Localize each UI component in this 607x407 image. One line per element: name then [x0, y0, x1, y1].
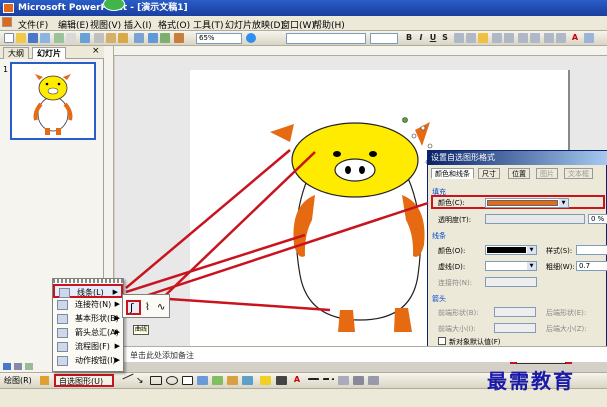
submenu-arrow-icon: ▶: [114, 356, 120, 364]
dash-style-icon[interactable]: [323, 378, 334, 383]
line-color-icon[interactable]: [276, 376, 287, 385]
sorter-view-icon[interactable]: [14, 363, 22, 370]
line-style-icon[interactable]: [308, 378, 319, 383]
wordart-icon[interactable]: [197, 376, 208, 385]
normal-view-icon[interactable]: [3, 363, 11, 370]
notes-placeholder: 单击此处添加备注: [130, 351, 194, 360]
picture-icon[interactable]: [242, 376, 253, 385]
lines-submenu: ʃ ⌇ ∿: [122, 294, 170, 318]
menu-item-basic-shapes[interactable]: 基本形状(B) ▶: [53, 312, 123, 326]
curve-tooltip: 曲线: [133, 325, 149, 335]
watermark-text: 最需教育: [487, 369, 575, 393]
draw-menu-button[interactable]: 绘图(R): [4, 375, 32, 386]
menu-item-action-buttons[interactable]: 动作按钮(I) ▶: [53, 354, 123, 368]
menu-item-lines[interactable]: 线条(L) ▶: [53, 284, 123, 298]
menu-drag-handle[interactable]: [53, 279, 123, 283]
menu-item-flowchart[interactable]: 流程图(F) ▶: [53, 340, 123, 354]
menu-item-connectors[interactable]: 连接符(N) ▶: [53, 298, 123, 312]
submenu-arrow-icon: ▶: [114, 300, 120, 308]
slideshow-view-icon[interactable]: [25, 363, 33, 370]
freeform-icon[interactable]: ⌇: [145, 302, 150, 313]
block-arrows-icon: [57, 328, 68, 338]
select-objects-icon[interactable]: [40, 376, 49, 385]
arrow-tool-icon[interactable]: ↘: [136, 376, 146, 386]
fill-color-icon[interactable]: [260, 376, 271, 385]
line-tool-icon[interactable]: [122, 373, 134, 380]
curve-tool-button[interactable]: ʃ: [126, 300, 141, 315]
submenu-arrow-icon: ▶: [114, 314, 120, 322]
font-color-draw-icon[interactable]: A: [292, 375, 302, 385]
scribble-icon[interactable]: ∿: [157, 302, 165, 313]
connectors-icon: [57, 300, 68, 310]
submenu-arrow-icon: ▶: [114, 328, 120, 336]
lines-icon: [59, 288, 70, 298]
autoshapes-button[interactable]: 自选图形(U): [54, 374, 114, 387]
diagram-icon[interactable]: [212, 376, 223, 385]
submenu-arrow-icon: ▶: [114, 342, 120, 350]
basic-shapes-icon: [57, 314, 68, 324]
notes-pane[interactable]: 单击此处添加备注: [104, 346, 607, 362]
shadow-style-icon[interactable]: [353, 376, 364, 385]
rectangle-tool-icon[interactable]: [150, 376, 162, 385]
action-buttons-icon: [57, 356, 68, 366]
curve-icon: ʃ: [130, 301, 134, 314]
flowchart-icon: [57, 342, 68, 352]
clipart-icon[interactable]: [227, 376, 238, 385]
oval-tool-icon[interactable]: [166, 376, 178, 385]
menu-item-block-arrows[interactable]: 箭头总汇(A) ▶: [53, 326, 123, 340]
autoshapes-menu: 线条(L) ▶ 连接符(N) ▶ 基本形状(B) ▶ 箭头总汇(A) ▶ 流程图…: [52, 278, 124, 372]
textbox-tool-icon[interactable]: [182, 376, 193, 385]
arrow-style-icon[interactable]: [338, 376, 349, 385]
3d-style-icon[interactable]: [368, 376, 379, 385]
